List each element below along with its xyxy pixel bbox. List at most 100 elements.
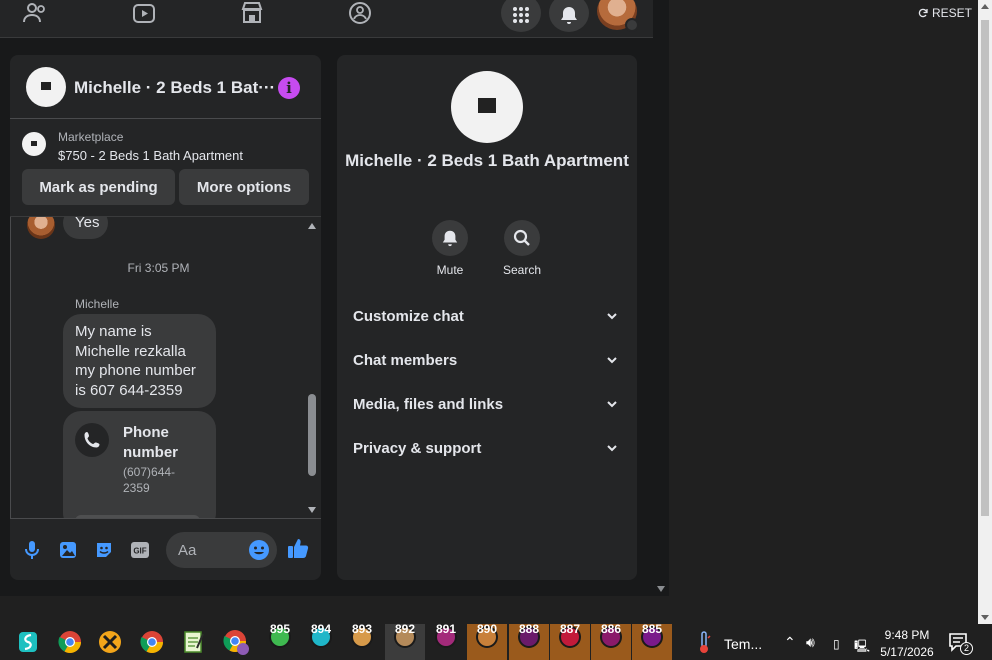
chevron-down-icon [607,445,617,452]
weather-item-label: 893 [351,622,373,636]
scroll-up-arrow[interactable] [981,4,989,9]
chrome-icon[interactable] [50,624,90,660]
weather-item-label: 894 [310,622,332,636]
top-navigation [0,0,653,38]
weather-item-label: 891 [435,622,457,636]
friends-icon[interactable] [20,0,50,26]
gif-label: GIF [133,547,146,556]
chevron-up-icon[interactable]: ⌃ [784,634,796,651]
bottom-strip [0,596,978,624]
message-bubble: Yes [63,217,108,239]
weather-item-label: 887 [559,622,581,636]
reset-label: RESET [932,6,973,20]
screen: Michelle · 2 Beds 1 Bat··· i Marketplace… [0,0,992,660]
reset-button[interactable]: RESET [918,6,972,20]
emoji-icon[interactable] [248,539,270,561]
sender-name: Michelle [75,297,120,311]
surfshark-icon[interactable] [8,624,48,660]
scroll-down-arrow[interactable] [308,507,316,513]
mute-label: Mute [436,263,464,277]
sticker-icon[interactable] [93,539,115,561]
marketplace-icon[interactable] [237,0,267,26]
scroll-thumb[interactable] [308,394,316,476]
mute-button[interactable]: Mute [420,220,480,277]
listing-thumbnail [26,67,66,107]
notifications-button[interactable] [549,0,589,32]
weather-item-label: 892 [394,622,416,636]
weather-item-label: 890 [476,622,498,636]
chevron-down-icon [607,313,617,320]
message-input[interactable] [178,540,238,560]
marketplace-listing-bar: Marketplace $750 - 2 Beds 1 Bath Apartme… [10,119,321,217]
message-timestamp: Fri 3:05 PM [127,261,190,275]
app-scrollbar[interactable] [653,0,669,596]
listing-title[interactable]: $750 - 2 Beds 1 Bath Apartment [58,148,243,163]
volume-icon[interactable]: 🔊︎ [806,634,815,651]
section-label: Privacy & support [353,440,482,457]
chat-title[interactable]: Michelle · 2 Beds 1 Bat··· [74,78,275,98]
clock-date: 5/17/2026 [880,645,934,659]
weather-item-label: 888 [518,622,540,636]
section-label: Media, files and links [353,396,504,413]
phone-icon [75,423,109,457]
customize-chat-section[interactable]: Customize chat [353,308,621,332]
phone-card-number: (607)644-2359 [123,465,176,495]
message-scrollbar[interactable] [306,217,318,518]
listing-thumbnail-small [22,132,46,156]
phone-number-card[interactable]: Phone number (607)644-2359 [63,411,216,518]
weather-item-label: 885 [641,622,663,636]
sender-avatar [27,217,55,239]
message-input-wrapper[interactable] [166,532,277,568]
more-options-button[interactable]: More options [179,169,309,205]
message-composer: GIF [10,525,321,580]
groups-icon[interactable] [345,0,375,26]
grid-menu-icon[interactable] [501,0,541,32]
xodo-icon[interactable] [90,624,130,660]
search-button[interactable]: Search [492,220,552,277]
system-clock[interactable]: 9:48 PM 5/17/2026 [874,627,940,660]
search-label: Search [502,263,542,277]
scroll-up-arrow[interactable] [308,223,316,229]
bell-icon [432,220,468,256]
chat-info-panel: Michelle · 2 Beds 1 Bath Apartment Mute … [337,55,637,580]
chrome-icon[interactable] [132,624,172,660]
side-pane [669,0,978,596]
scroll-down-arrow[interactable] [981,615,989,620]
phone-card-action[interactable] [75,515,200,518]
info-icon[interactable]: i [278,77,300,99]
mark-as-pending-button[interactable]: Mark as pending [22,169,175,205]
bell-icon [561,7,577,24]
section-label: Chat members [353,352,458,369]
page-scrollbar[interactable] [978,0,992,624]
privacy-support-section[interactable]: Privacy & support [353,440,621,464]
scroll-down-arrow[interactable] [657,586,665,592]
chat-header[interactable]: Michelle · 2 Beds 1 Bat··· i [10,55,321,119]
facebook-window: Michelle · 2 Beds 1 Bat··· i Marketplace… [0,0,669,596]
chat-members-section[interactable]: Chat members [353,352,621,376]
chat-panel: Michelle · 2 Beds 1 Bat··· i Marketplace… [10,55,321,580]
scroll-thumb[interactable] [981,20,989,516]
profile-avatar[interactable] [597,0,639,32]
thermometer-icon[interactable] [684,624,724,660]
weather-item-label: 895 [269,622,291,636]
photo-icon[interactable] [57,539,79,561]
microphone-icon[interactable] [21,539,43,561]
search-icon [504,220,540,256]
chevron-down-icon [625,18,639,32]
notification-count: 2 [960,642,973,655]
battery-icon[interactable]: ▯ [833,637,840,651]
network-icon[interactable]: 🖳︎ [854,637,870,658]
weather-label[interactable]: Tem... [724,636,762,652]
notification-center-icon[interactable]: 2 [948,632,973,656]
chevron-down-icon [607,401,617,408]
thumbs-up-icon[interactable] [287,537,309,559]
chrome-profile-icon[interactable] [216,624,256,660]
phone-card-title: Phone number [123,424,179,461]
gif-icon[interactable]: GIF [129,539,151,561]
section-label: Customize chat [353,308,464,325]
chevron-down-icon [607,357,617,364]
media-files-links-section[interactable]: Media, files and links [353,396,621,420]
notepad-icon[interactable] [174,624,214,660]
message-list[interactable]: Yes Fri 3:05 PM Michelle My name is Mich… [10,217,321,519]
watch-icon[interactable] [129,0,159,26]
